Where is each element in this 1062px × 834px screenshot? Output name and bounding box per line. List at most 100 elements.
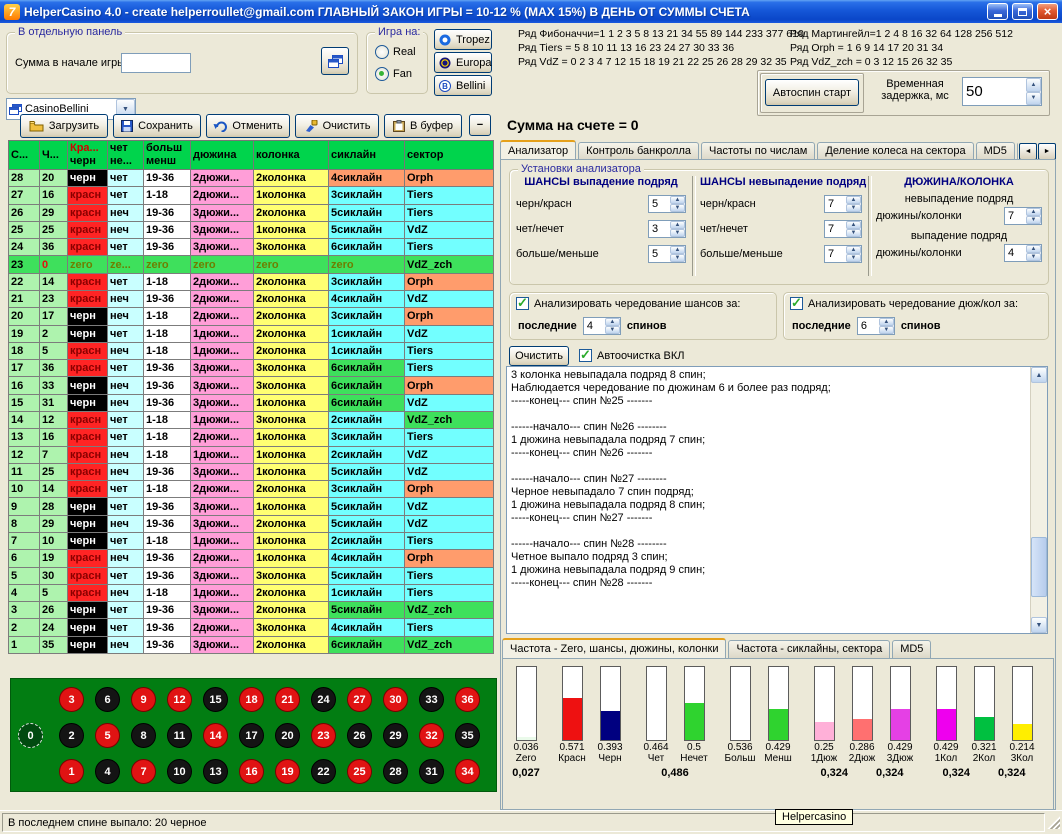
spin-down-icon[interactable]: ▼ [846,204,861,212]
roulette-number-18[interactable]: 18 [239,687,264,712]
log-scrollbar[interactable]: ▲ ▼ [1030,367,1047,633]
setting-spinner[interactable]: 7▲▼ [824,195,862,213]
roulette-number-22[interactable]: 22 [311,759,336,784]
spin-up-icon[interactable]: ▲ [670,246,685,254]
scroll-down-icon[interactable]: ▼ [1031,617,1047,633]
delay-spin-down-icon[interactable]: ▼ [1026,92,1041,106]
start-sum-input[interactable] [121,53,191,73]
setting-spinner[interactable]: 4▲▼ [1004,244,1042,262]
tab-scroll-right-icon[interactable]: ► [1038,143,1056,160]
roulette-number-7[interactable]: 7 [131,759,156,784]
spin-up-icon[interactable]: ▲ [1026,245,1041,253]
roulette-number-16[interactable]: 16 [239,759,264,784]
scrollbar-thumb[interactable] [1031,537,1047,597]
roulette-number-8[interactable]: 8 [131,723,156,748]
copy-buffer-button[interactable]: В буфер [384,114,462,138]
analyzer-log[interactable]: 3 колонка невыпадала подряд 8 спин;Наблю… [506,366,1048,634]
spin-down-icon[interactable]: ▼ [670,254,685,262]
detach-button[interactable] [321,47,349,75]
roulette-number-10[interactable]: 10 [167,759,192,784]
roulette-number-14[interactable]: 14 [203,723,228,748]
casino-europa-button[interactable]: Europa [434,52,492,73]
spin-down-icon[interactable]: ▼ [846,229,861,237]
spin-up-icon[interactable]: ▲ [605,318,620,326]
spin-up-icon[interactable]: ▲ [846,246,861,254]
spin-down-icon[interactable]: ▼ [1026,253,1041,261]
table-row[interactable]: 1736краснчет19-363дюжи...3колонка6сиклай… [8,360,496,377]
table-row[interactable]: 1412краснчет1-181дюжи...3колонка2сиклайн… [8,412,496,429]
save-button[interactable]: Сохранить [113,114,201,138]
roulette-number-4[interactable]: 4 [95,759,120,784]
minimize-button[interactable] [987,3,1008,20]
roulette-number-28[interactable]: 28 [383,759,408,784]
roulette-number-27[interactable]: 27 [347,687,372,712]
roulette-number-34[interactable]: 34 [455,759,480,784]
table-row[interactable]: 1125красннеч19-363дюжи...1колонка5сиклай… [8,464,496,481]
freq-tab-3[interactable]: MD5 [892,640,931,658]
roulette-number-19[interactable]: 19 [275,759,300,784]
setting-spinner[interactable]: 7▲▼ [824,220,862,238]
table-row[interactable]: 224чернчет19-362дюжи...3колонка4сиклайнT… [8,619,496,636]
spin-down-icon[interactable]: ▼ [670,204,685,212]
table-row[interactable]: 710чернчет1-181дюжи...1колонка2сиклайнTi… [8,533,496,550]
radio-real[interactable]: Real [375,45,416,59]
tab-2[interactable]: Контроль банкролла [578,142,699,160]
roulette-number-26[interactable]: 26 [347,723,372,748]
alt-dozen-spinner[interactable]: 6 ▲▼ [857,317,895,335]
collapse-button[interactable]: − [469,114,491,136]
roulette-number-15[interactable]: 15 [203,687,228,712]
tab-scroll-left-icon[interactable]: ◄ [1019,143,1037,160]
table-row[interactable]: 2820чернчет19-362дюжи...2колонка4сиклайн… [8,170,496,187]
spin-up-icon[interactable]: ▲ [670,196,685,204]
roulette-number-9[interactable]: 9 [131,687,156,712]
roulette-number-0[interactable]: 0 [18,723,43,748]
autospin-start-button[interactable]: Автоспин старт [765,79,859,106]
clear-table-button[interactable]: Очистить [295,114,379,138]
roulette-number-13[interactable]: 13 [203,759,228,784]
table-row[interactable]: 326чернчет19-363дюжи...2колонка5сиклайнV… [8,602,496,619]
setting-spinner[interactable]: 3▲▼ [648,220,686,238]
table-row[interactable]: 2017черннеч1-182дюжи...2колонка3сиклайнO… [8,308,496,325]
roulette-number-30[interactable]: 30 [383,687,408,712]
roulette-number-5[interactable]: 5 [95,723,120,748]
setting-spinner[interactable]: 5▲▼ [648,195,686,213]
close-button[interactable]: × [1037,3,1058,20]
delay-spinner[interactable]: 50 ▲ ▼ [962,77,1042,106]
table-row[interactable]: 127красннеч1-181дюжи...1колонка2сиклайнV… [8,447,496,464]
roulette-number-21[interactable]: 21 [275,687,300,712]
table-row[interactable]: 135черннеч19-363дюжи...2колонка6сиклайнV… [8,637,496,654]
table-row[interactable]: 928чернчет19-363дюжи...1колонка5сиклайнV… [8,498,496,515]
roulette-number-36[interactable]: 36 [455,687,480,712]
freq-tab-1[interactable]: Частота - Zero, шансы, дюжины, колонки [502,638,726,658]
radio-fan[interactable]: Fan [375,67,412,81]
table-row[interactable]: 1014краснчет1-182дюжи...2колонка3сиклайн… [8,481,496,498]
casino-tropez-button[interactable]: Tropez [434,29,492,50]
table-row[interactable]: 230zeroze...zerozerozerozeroVdZ_zch [8,256,496,273]
alt-chance-spinner[interactable]: 4 ▲▼ [583,317,621,335]
spin-down-icon[interactable]: ▼ [879,326,894,334]
roulette-number-35[interactable]: 35 [455,723,480,748]
freq-tab-2[interactable]: Частота - сиклайны, сектора [728,640,890,658]
spin-down-icon[interactable]: ▼ [846,254,861,262]
tab-1[interactable]: Анализатор [500,140,576,160]
restore-button[interactable] [1012,3,1033,20]
roulette-number-20[interactable]: 20 [275,723,300,748]
table-row[interactable]: 2436краснчет19-363дюжи...3колонка6сиклай… [8,239,496,256]
alt-dozen-checkbox[interactable]: Анализировать чередование дюж/кол за: [790,297,1018,310]
setting-spinner[interactable]: 7▲▼ [824,245,862,263]
autoclear-checkbox[interactable]: Автоочистка ВКЛ [579,349,684,362]
roulette-number-1[interactable]: 1 [59,759,84,784]
spin-down-icon[interactable]: ▼ [1026,216,1041,224]
table-row[interactable]: 192чернчет1-181дюжи...2колонка1сиклайнVd… [8,326,496,343]
setting-spinner[interactable]: 5▲▼ [648,245,686,263]
roulette-number-11[interactable]: 11 [167,723,192,748]
tab-3[interactable]: Частоты по числам [701,142,815,160]
roulette-number-2[interactable]: 2 [59,723,84,748]
roulette-number-25[interactable]: 25 [347,759,372,784]
spin-up-icon[interactable]: ▲ [879,318,894,326]
roulette-number-6[interactable]: 6 [95,687,120,712]
spin-down-icon[interactable]: ▼ [605,326,620,334]
roulette-number-32[interactable]: 32 [419,723,444,748]
table-row[interactable]: 1531черннеч19-363дюжи...1колонка6сиклайн… [8,395,496,412]
table-row[interactable]: 2525красннеч19-363дюжи...1колонка5сиклай… [8,222,496,239]
